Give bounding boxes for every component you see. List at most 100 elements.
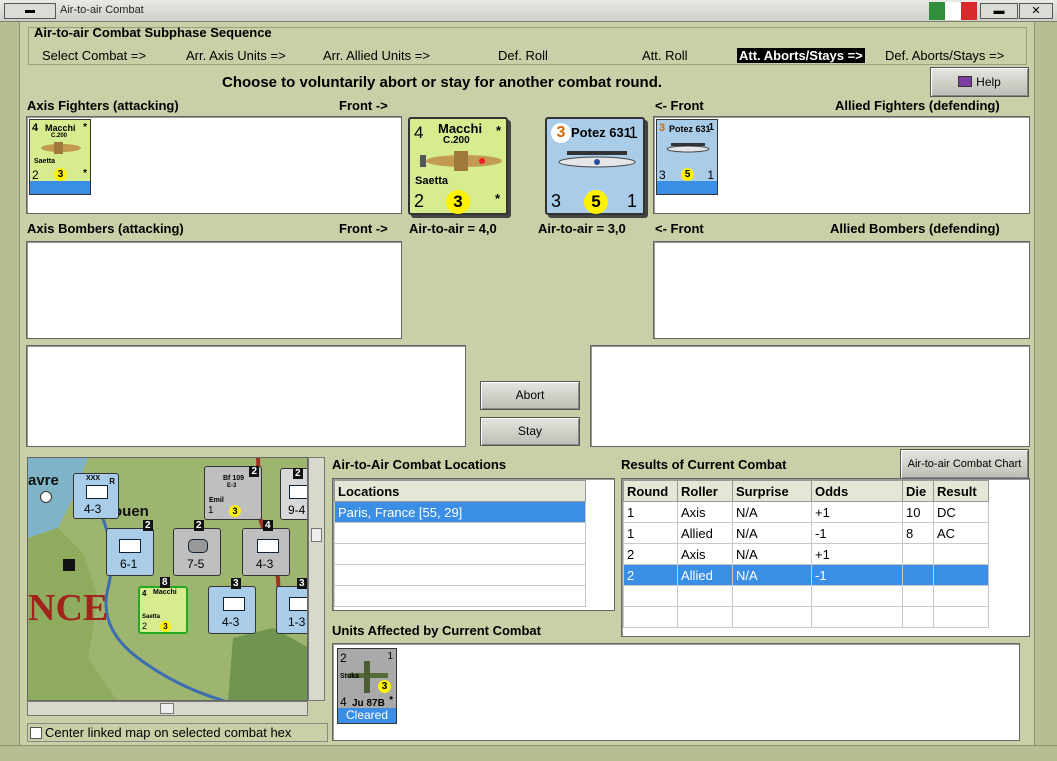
table-cell: +1 xyxy=(811,501,903,523)
axis-bombers-label: Axis Bombers (attacking) xyxy=(27,221,184,236)
location-row[interactable] xyxy=(334,543,586,565)
window-frame-bottom xyxy=(0,745,1057,761)
map-city-icon xyxy=(63,559,75,571)
allied-bombers-panel[interactable] xyxy=(653,241,1030,339)
infantry-icon xyxy=(119,539,141,553)
selection-bar xyxy=(30,181,90,194)
locations-table: Locations Paris, France [55, 29] xyxy=(334,480,586,607)
location-row[interactable] xyxy=(334,585,586,607)
allied-fighter-counter[interactable]: 3 Potez 631 1 3 5 1 xyxy=(656,119,718,195)
allied-defender-counter-large[interactable]: 3 Potez 631 1 3 5 1 xyxy=(545,117,645,215)
infantry-icon xyxy=(86,485,108,499)
center-map-checkbox[interactable] xyxy=(30,727,42,739)
table-row[interactable]: 2 Allied N/A -1 xyxy=(623,564,989,586)
center-map-checkbox-row[interactable]: Center linked map on selected combat hex xyxy=(27,723,328,742)
map-vertical-scrollbar[interactable] xyxy=(308,457,325,701)
selection-bar xyxy=(657,181,717,194)
col-result: Result xyxy=(933,480,989,502)
window-frame-right xyxy=(1034,22,1057,761)
table-cell: N/A xyxy=(732,501,812,523)
locations-panel[interactable]: Locations Paris, France [55, 29] xyxy=(332,478,615,611)
results-title: Results of Current Combat xyxy=(621,457,787,472)
table-row[interactable]: 1 Allied N/A -1 8 AC xyxy=(623,522,989,544)
table-cell: 1 xyxy=(623,501,678,523)
sequence-title: Air-to-air Combat Subphase Sequence xyxy=(34,25,272,40)
step-select-combat: Select Combat => xyxy=(42,48,147,63)
axis-fighter-counter[interactable]: 4 Macchi C.200 * Saetta 2 3 * xyxy=(29,119,91,195)
table-row[interactable]: 1 Axis N/A +1 10 DC xyxy=(623,501,989,523)
table-row[interactable] xyxy=(623,585,989,607)
step-arr-axis-units: Arr. Axis Units => xyxy=(186,48,286,63)
table-row[interactable]: 2 Axis N/A +1 xyxy=(623,543,989,565)
axis-front-label: Front -> xyxy=(339,98,388,113)
title-bar: ▬ Air-to-air Combat ▬ ✕ xyxy=(0,0,1057,22)
location-row[interactable] xyxy=(334,522,586,544)
map-unit-counter[interactable]: 2 6-1 xyxy=(106,520,154,576)
col-surprise: Surprise xyxy=(732,480,812,502)
location-row[interactable]: Paris, France [55, 29] xyxy=(334,501,586,523)
allied-fighters-panel[interactable]: 3 Potez 631 1 3 5 1 xyxy=(653,116,1030,214)
flag-icon xyxy=(929,2,977,20)
status-badge: Cleared xyxy=(338,708,396,723)
map-unit-counter[interactable]: 3 1-3 xyxy=(276,578,307,634)
allied-bombers-label: Allied Bombers (defending) xyxy=(830,221,1000,236)
location-row[interactable] xyxy=(334,564,586,586)
table-cell: DC xyxy=(933,501,989,523)
map-air-unit-counter[interactable]: Bf 109 E-3 Emil 1 3 2 xyxy=(204,466,262,520)
table-cell: +1 xyxy=(811,543,903,565)
table-cell: 2 xyxy=(623,564,678,586)
map-city-icon xyxy=(40,491,52,503)
col-roller: Roller xyxy=(677,480,733,502)
air-to-air-combat-chart-button[interactable]: Air-to-air Combat Chart xyxy=(900,449,1029,479)
window-frame-left xyxy=(0,22,20,761)
allied-front-label: <- Front xyxy=(655,98,704,113)
table-cell: 10 xyxy=(902,501,934,523)
affected-units-panel[interactable]: 2 1 Stuka 3 4 Ju 87B * Cleared xyxy=(332,643,1020,741)
affected-unit-counter[interactable]: 2 1 Stuka 3 4 Ju 87B * Cleared xyxy=(337,648,397,724)
plane-icon xyxy=(666,143,710,153)
table-row[interactable] xyxy=(623,606,989,628)
linked-map[interactable]: avre ouen NCE XXX R 4-3 Bf 109 E-3 Emil … xyxy=(27,457,308,701)
map-unit-counter[interactable]: 3 4-3 xyxy=(208,578,256,634)
armor-icon xyxy=(188,539,208,553)
system-menu-button[interactable]: ▬ xyxy=(4,3,56,19)
help-button[interactable]: Help xyxy=(930,67,1029,97)
step-arr-allied-units: Arr. Allied Units => xyxy=(323,48,430,63)
map-unit-counter[interactable]: 4 4-3 xyxy=(242,520,290,576)
map-unit-counter[interactable]: 2 9-4 xyxy=(280,468,307,520)
table-cell xyxy=(902,564,934,586)
scroll-thumb[interactable] xyxy=(160,703,174,714)
locations-title: Air-to-Air Combat Locations xyxy=(332,457,507,472)
close-button[interactable]: ✕ xyxy=(1019,3,1053,19)
map-unit-counter[interactable]: XXX R 4-3 xyxy=(73,473,119,519)
affected-units-title: Units Affected by Current Combat xyxy=(332,623,541,638)
table-cell: N/A xyxy=(732,522,812,544)
table-cell xyxy=(732,606,812,628)
center-map-label: Center linked map on selected combat hex xyxy=(45,725,292,740)
minimize-button[interactable]: ▬ xyxy=(980,3,1018,19)
allied-air-to-air-value: Air-to-air = 3,0 xyxy=(538,221,626,236)
axis-bombers-panel[interactable] xyxy=(26,241,402,339)
allied-fighters-label: Allied Fighters (defending) xyxy=(835,98,1000,113)
plane-icon xyxy=(420,151,502,171)
map-unit-counter[interactable]: 2 7-5 xyxy=(173,520,221,576)
col-odds: Odds xyxy=(811,480,903,502)
table-cell xyxy=(811,606,903,628)
scroll-thumb[interactable] xyxy=(311,528,322,542)
axis-fighters-panel[interactable]: 4 Macchi C.200 * Saetta 2 3 * xyxy=(26,116,402,214)
table-cell: Allied xyxy=(677,564,733,586)
table-cell xyxy=(677,606,733,628)
map-label-nce: NCE xyxy=(28,587,109,629)
table-cell: Axis xyxy=(677,543,733,565)
plane-icon xyxy=(558,151,636,168)
stay-button[interactable]: Stay xyxy=(480,417,580,446)
axis-attacker-counter-large[interactable]: 4 Macchi C.200 * Saetta 2 3 * xyxy=(408,117,508,215)
abort-button[interactable]: Abort xyxy=(480,381,580,410)
axis-info-panel xyxy=(26,345,466,447)
map-horizontal-scrollbar[interactable] xyxy=(27,701,308,716)
table-cell xyxy=(933,585,989,607)
results-panel[interactable]: Round Roller Surprise Odds Die Result 1A… xyxy=(621,478,1030,637)
map-label-havre: avre xyxy=(28,472,59,489)
map-selected-axis-fighter[interactable]: 4 Macchi Saetta 2 3 8 xyxy=(138,577,188,634)
table-cell: 2 xyxy=(623,543,678,565)
